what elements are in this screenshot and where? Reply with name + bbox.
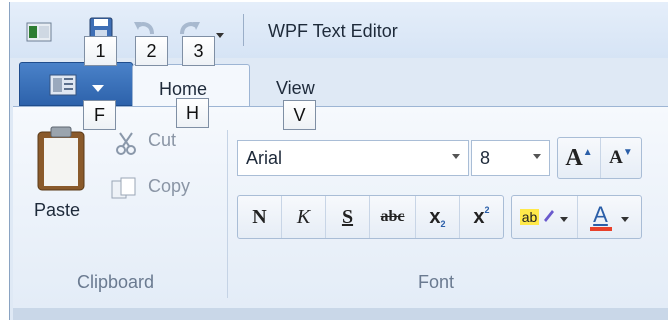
- italic-button[interactable]: K: [282, 196, 326, 238]
- grow-arrow-icon: ▲: [582, 146, 593, 158]
- grow-font-button[interactable]: A ▲: [558, 138, 601, 178]
- font-size-value: 8: [480, 148, 491, 168]
- window-title: WPF Text Editor: [268, 21, 398, 41]
- tab-home-label: Home: [159, 79, 208, 99]
- keytip-F-label: F: [94, 104, 105, 125]
- font-color-button[interactable]: A: [578, 196, 641, 238]
- group-separator: [227, 130, 228, 298]
- chevron-down-icon: [533, 154, 541, 159]
- strikethrough-button[interactable]: abc: [370, 196, 416, 238]
- font-color-label: A: [593, 201, 608, 227]
- chevron-down-icon[interactable]: [620, 206, 630, 229]
- keytip-1: 1: [84, 36, 117, 66]
- keytip-2-label: 2: [146, 40, 157, 61]
- copy-icon: [110, 176, 138, 205]
- font-size-combo[interactable]: 8: [471, 140, 550, 176]
- subscript-marker-icon: 2: [440, 219, 446, 229]
- clipboard-group-label: Clipboard: [77, 272, 155, 292]
- font-family-value: Arial: [246, 148, 283, 168]
- font-family-combo[interactable]: Arial: [237, 140, 469, 176]
- strikethrough-label: abc: [380, 208, 405, 225]
- chevron-down-icon[interactable]: [559, 206, 569, 229]
- keytip-1-label: 1: [95, 40, 106, 61]
- font-color-bar: [589, 226, 612, 231]
- ribbon-bottom-edge: [13, 308, 668, 320]
- document-icon: [48, 73, 78, 102]
- highlight-icon: ab: [519, 209, 540, 225]
- paste-label: Paste: [34, 200, 81, 220]
- font-size-adjust-group: A ▲ A ▼: [557, 137, 642, 179]
- grow-font-label: A: [565, 144, 583, 171]
- title-separator: [243, 14, 244, 46]
- highlight-button[interactable]: ab: [512, 196, 578, 238]
- keytip-3: 3: [182, 36, 215, 66]
- copy-button[interactable]: Copy: [110, 174, 210, 204]
- app-window: WPF Text Editor Home View Paste Cut Copy…: [0, 0, 668, 320]
- scissors-icon: [114, 130, 138, 161]
- font-style-group: N K S abc x2 x2: [237, 195, 504, 239]
- font-color-group: ab A: [511, 195, 642, 239]
- shrink-font-button[interactable]: A ▼: [601, 138, 641, 178]
- paste-button[interactable]: Paste: [30, 122, 96, 232]
- bold-button[interactable]: N: [238, 196, 282, 238]
- superscript-button[interactable]: x2: [460, 196, 503, 238]
- keytip-H-label: H: [186, 102, 199, 123]
- customize-dropdown-icon[interactable]: [214, 28, 226, 38]
- underline-label: S: [341, 205, 354, 228]
- clipboard-icon: [34, 124, 88, 197]
- font-color-swatch: A: [589, 201, 612, 231]
- app-menu-chevron-icon: [91, 80, 105, 98]
- subscript-button[interactable]: x2: [416, 196, 460, 238]
- keytip-2: 2: [135, 36, 168, 66]
- font-group-label: Font: [418, 272, 455, 292]
- subscript-label: x: [429, 205, 441, 228]
- app-window-icon[interactable]: [26, 22, 52, 42]
- shrink-arrow-icon: ▼: [622, 146, 633, 158]
- chevron-down-icon: [452, 154, 460, 159]
- underline-button[interactable]: S: [326, 196, 370, 238]
- italic-label: K: [296, 205, 311, 228]
- tab-view[interactable]: View: [276, 78, 315, 99]
- keytip-3-label: 3: [193, 40, 204, 61]
- keytip-V-label: V: [293, 104, 306, 125]
- keytip-F: F: [83, 100, 116, 130]
- pen-icon: [541, 206, 555, 229]
- cut-button[interactable]: Cut: [114, 128, 200, 158]
- keytip-H: H: [176, 98, 209, 128]
- copy-label: Copy: [148, 176, 191, 196]
- superscript-label: x: [473, 205, 485, 228]
- cut-label: Cut: [148, 130, 177, 150]
- keytip-V: V: [283, 100, 316, 130]
- superscript-marker-icon: 2: [484, 205, 490, 215]
- shrink-font-label: A: [609, 147, 623, 168]
- tab-view-label: View: [276, 78, 315, 98]
- bold-label: N: [252, 205, 267, 228]
